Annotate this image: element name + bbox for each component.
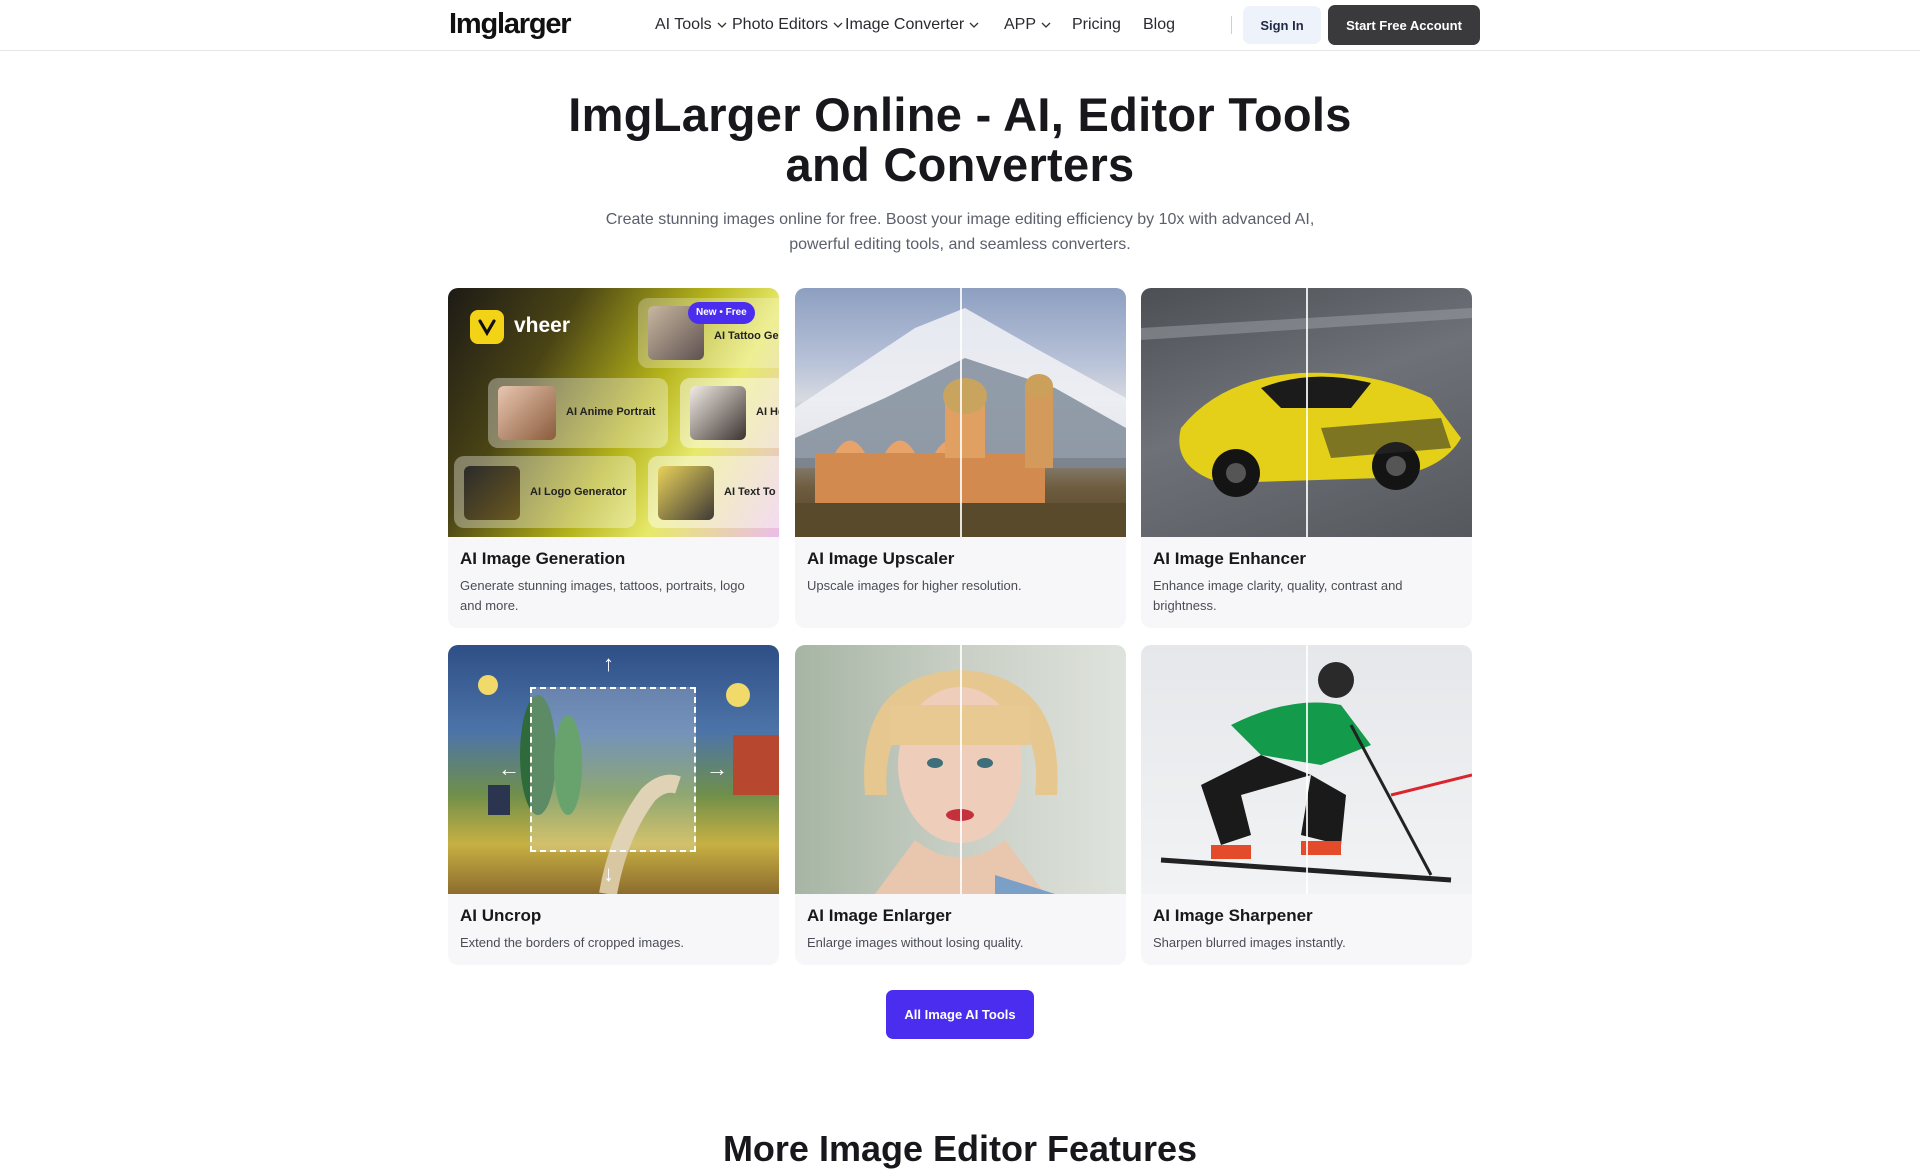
nav-blog-label: Blog [1143,16,1176,33]
page-subtitle-line-2: powerful editing tools, and seamless con… [789,236,1131,253]
tool-card-ai-image-enlarger[interactable]: AI Image Enlarger Enlarge images without… [795,645,1126,965]
ai-generation-promo-image: vheer AI Tattoo Ge New • Free AI Anime P… [448,288,779,537]
card-title: AI Image Sharpener [1153,906,1313,925]
promo-tile-headshot-label: AI He [756,406,779,418]
arrow-left-icon[interactable]: ← [498,758,520,780]
enlarger-preview-image [795,645,1126,894]
new-free-badge: New • Free [688,302,755,324]
promo-tile-text: AI Text To I [648,456,779,528]
comparison-divider[interactable] [1306,645,1308,894]
page-subtitle: Create stunning images online for free. … [590,207,1330,257]
chevron-down-icon [833,22,843,28]
arrow-right-icon[interactable]: → [706,758,728,780]
nav-photo-editors-label: Photo Editors [732,16,829,33]
upscaler-preview-image [795,288,1126,537]
card-description: Extend the borders of cropped images. [460,935,685,950]
text-thumb [658,466,714,520]
vheer-logo-icon [470,310,504,344]
tool-card-ai-image-generation[interactable]: vheer AI Tattoo Ge New • Free AI Anime P… [448,288,779,628]
section-title-more-features: More Image Editor Features [722,1128,1198,1169]
card-description: Upscale images for higher resolution. [807,578,1022,593]
arrow-down-icon[interactable]: ↓ [603,863,614,885]
anime-thumb [498,386,556,440]
comparison-divider[interactable] [1306,288,1308,537]
nav-image-converter-label: Image Converter [845,16,965,33]
nav-image-converter[interactable]: Image Converter [845,0,1004,50]
promo-tile-tattoo-label: AI Tattoo Ge [714,330,779,342]
comparison-divider[interactable] [960,645,962,894]
page-title: ImgLarger Online - AI, Editor Tools and … [480,90,1440,190]
nav-pricing-label: Pricing [1072,16,1121,33]
card-title: AI Uncrop [460,906,542,925]
sign-in-button[interactable]: Sign In [1243,6,1321,44]
nav-ai-tools-label: AI Tools [655,16,712,33]
nav-app-label: APP [1004,16,1037,33]
arrow-up-icon[interactable]: ↑ [603,653,614,675]
nav-blog[interactable]: Blog [1143,0,1183,50]
card-description: Enhance image clarity, quality, contrast… [1153,578,1403,613]
nav-app[interactable]: APP [1004,0,1072,50]
promo-tile-logo-label: AI Logo Generator [530,486,627,498]
tool-card-ai-uncrop[interactable]: ↑ ↓ ← → AI Uncrop Extend the borders of … [448,645,779,965]
promo-tile-headshot: AI He [680,378,779,448]
comparison-divider[interactable] [960,288,962,537]
card-title: AI Image Enhancer [1153,549,1307,568]
chevron-down-icon [969,22,979,28]
card-title: AI Image Enlarger [807,906,952,925]
top-header: Imglarger AI Tools Photo Editors Image C… [0,0,1920,51]
sharpener-preview-image [1141,645,1472,894]
card-description: Sharpen blurred images instantly. [1153,935,1346,950]
tool-card-ai-image-upscaler[interactable]: AI Image Upscaler Upscale images for hig… [795,288,1126,628]
nav-divider [1231,16,1232,34]
main-nav: AI Tools Photo Editors Image Converter A… [655,0,1183,50]
headshot-thumb [690,386,746,440]
all-image-ai-tools-button[interactable]: All Image AI Tools [886,990,1034,1039]
chevron-down-icon [1041,22,1051,28]
promo-tile-anime-label: AI Anime Portrait [566,406,656,418]
tool-card-ai-image-enhancer[interactable]: AI Image Enhancer Enhance image clarity,… [1141,288,1472,628]
promo-tile-text-label: AI Text To I [724,486,779,498]
start-free-account-button[interactable]: Start Free Account [1328,5,1480,45]
promo-tile-logo: AI Logo Generator [454,456,636,528]
tool-card-ai-image-sharpener[interactable]: AI Image Sharpener Sharpen blurred image… [1141,645,1472,965]
logo-thumb [464,466,520,520]
uncrop-selection-box[interactable] [530,687,696,852]
nav-photo-editors[interactable]: Photo Editors [732,0,845,50]
vheer-brand-name: vheer [514,314,571,337]
site-logo[interactable]: Imglarger [449,8,572,41]
page-subtitle-line-1: Create stunning images online for free. … [605,211,1315,228]
nav-ai-tools[interactable]: AI Tools [655,0,732,50]
uncrop-preview-image: ↑ ↓ ← → [448,645,779,894]
card-description: Enlarge images without losing quality. [807,935,1024,950]
nav-pricing[interactable]: Pricing [1072,0,1143,50]
card-description: Generate stunning images, tattoos, portr… [460,578,745,613]
page-title-line-2: and Converters [785,138,1135,191]
chevron-down-icon [717,22,727,28]
card-title: AI Image Generation [460,549,626,568]
enhancer-preview-image [1141,288,1472,537]
page-title-line-1: ImgLarger Online - AI, Editor Tools [568,88,1352,141]
promo-tile-anime: AI Anime Portrait [488,378,668,448]
card-title: AI Image Upscaler [807,549,955,568]
